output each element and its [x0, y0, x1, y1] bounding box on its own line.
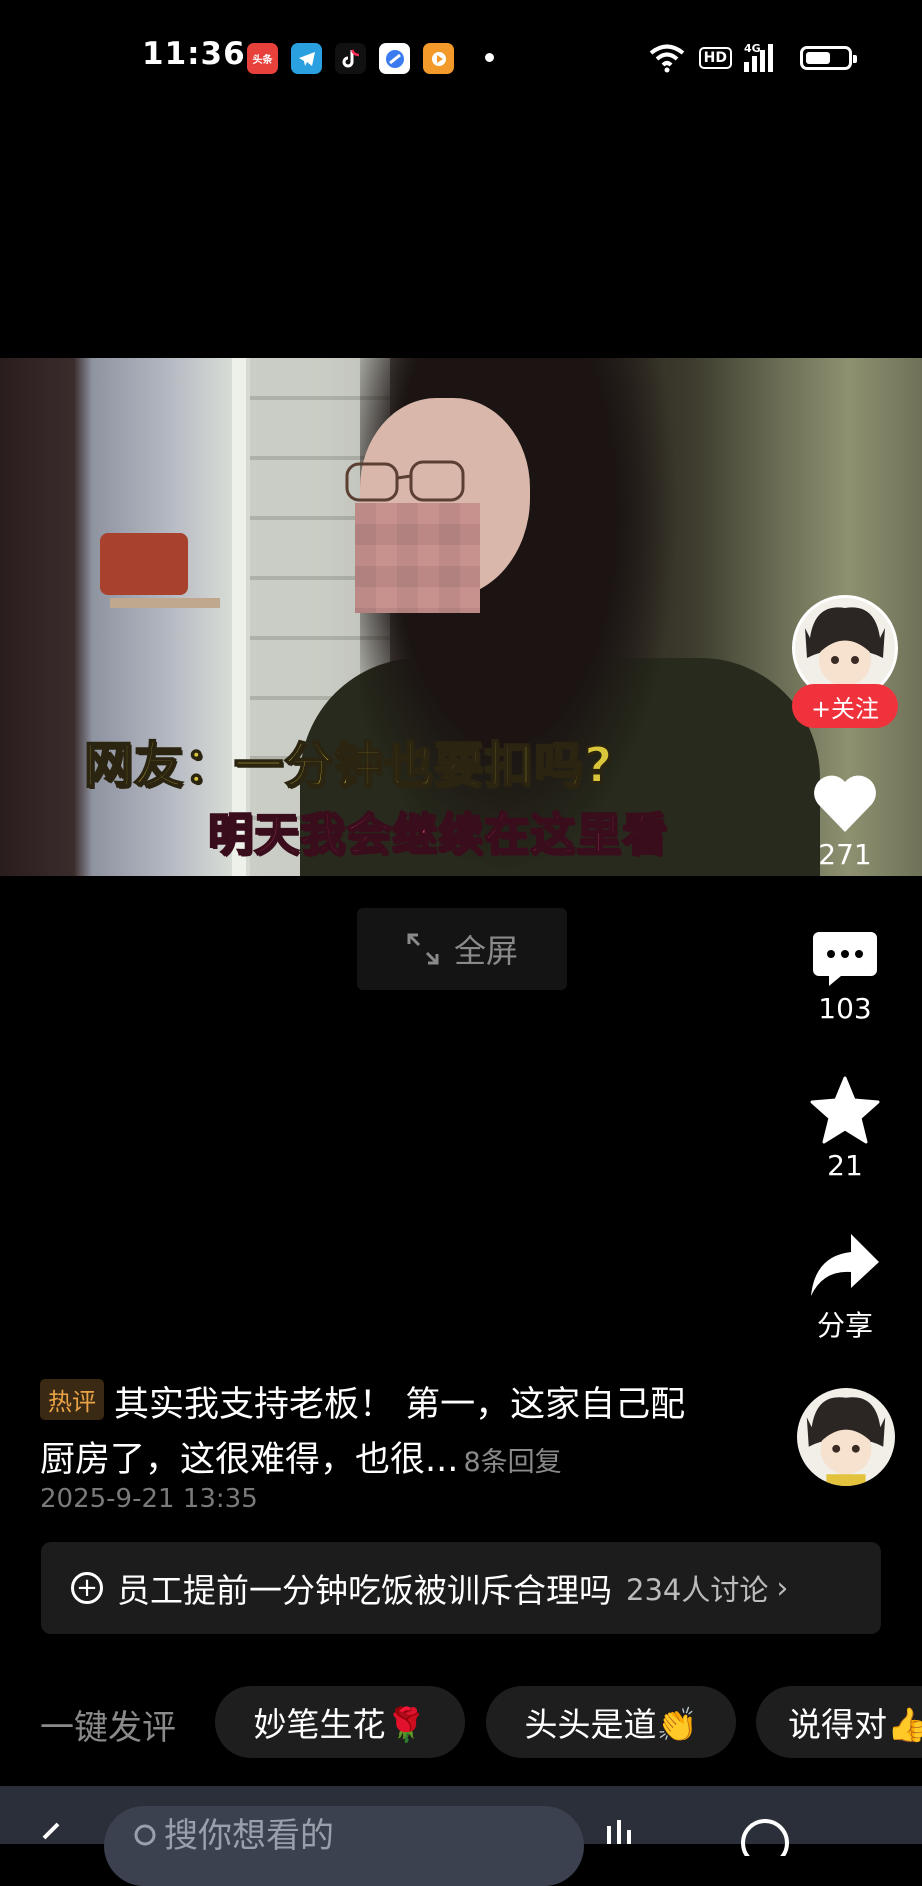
hot-comment-replies[interactable]: 8条回复 — [463, 1447, 561, 1478]
tiktok-app-icon — [335, 43, 366, 74]
video-app-icon — [423, 43, 454, 74]
quick-comment-label: 一键发评 — [40, 1708, 176, 1748]
notification-dot — [485, 53, 494, 62]
comment-action[interactable]: 103 — [790, 930, 900, 1025]
video-player[interactable]: 网友：一分钟也要扣吗? 明天我会继续在这里看 — [0, 358, 922, 876]
add-topic-icon: + — [71, 1572, 103, 1604]
like-action[interactable]: 271 — [790, 770, 900, 871]
battery-icon — [800, 46, 857, 70]
heart-icon — [814, 775, 876, 832]
hd-badge: HD — [698, 47, 732, 69]
video-caption-bottom: 明天我会继续在这里看 — [207, 807, 669, 862]
follow-button[interactable]: +关注 — [792, 684, 898, 728]
quick-comment-chip[interactable]: 说得对👍 — [756, 1686, 922, 1758]
fullscreen-button[interactable]: 全屏 — [357, 908, 567, 990]
favorite-count: 21 — [827, 1149, 863, 1182]
hot-comment-badge: 热评 — [40, 1379, 104, 1420]
discussion-topic[interactable]: + 员工提前一分钟吃饭被训斥合理吗 234人讨论 › — [41, 1542, 881, 1634]
search-icon — [134, 1824, 156, 1846]
hot-comment-text: 其实我支持老板！ 第一，这家自己配厨房了，这很难得，也很... — [40, 1385, 686, 1480]
mosaic-blur — [355, 503, 480, 613]
share-action[interactable]: 分享 — [790, 1230, 900, 1344]
search-input[interactable]: 搜你想看的 — [104, 1806, 584, 1886]
quick-comment-chip[interactable]: 妙笔生花🌹 — [215, 1686, 465, 1758]
browser-app-icon — [379, 43, 410, 74]
favorite-action[interactable]: 21 — [790, 1075, 900, 1182]
wifi-icon — [649, 44, 684, 73]
hot-comment-time: 2025-9-21 13:35 — [40, 1484, 258, 1514]
bottom-bar: 搜你想看的 — [0, 1786, 922, 1886]
more-circle-icon[interactable] — [738, 1816, 792, 1856]
comment-count: 103 — [818, 992, 872, 1025]
listen-icon[interactable] — [605, 1816, 655, 1846]
star-icon — [810, 1076, 880, 1144]
glasses — [345, 460, 465, 502]
background-pot — [100, 533, 188, 595]
fullscreen-label: 全屏 — [453, 932, 518, 970]
toutiao-app-icon: 头条 — [247, 43, 278, 74]
status-bar: 11:36 头条 HD 4G — [0, 0, 922, 116]
quick-comment-chip[interactable]: 头头是道👏 — [486, 1686, 736, 1758]
video-caption-top: 网友：一分钟也要扣吗? — [83, 736, 614, 795]
topic-title: 员工提前一分钟吃饭被训斥合理吗 — [117, 1571, 612, 1610]
background-shelf — [110, 598, 220, 608]
telegram-app-icon — [291, 43, 322, 74]
share-label: 分享 — [816, 1309, 873, 1342]
status-time: 11:36 — [142, 36, 246, 72]
quick-comment-bar: 一键发评 妙笔生花🌹 头头是道👏 说得对👍 — [0, 1686, 922, 1758]
like-count: 271 — [818, 838, 872, 871]
back-icon[interactable] — [36, 1822, 66, 1852]
hot-comment[interactable]: 热评 其实我支持老板！ 第一，这家自己配厨房了，这很难得，也很... 8条回复 — [40, 1378, 720, 1488]
comment-icon — [813, 932, 877, 986]
commenter-avatar[interactable] — [797, 1388, 895, 1486]
signal-icon: 4G — [744, 42, 788, 74]
share-icon — [811, 1234, 879, 1296]
expand-icon — [407, 933, 439, 965]
topic-count: 234人讨论 — [626, 1573, 769, 1607]
status-right: HD 4G — [647, 40, 857, 76]
chevron-right-icon: › — [776, 1570, 789, 1606]
